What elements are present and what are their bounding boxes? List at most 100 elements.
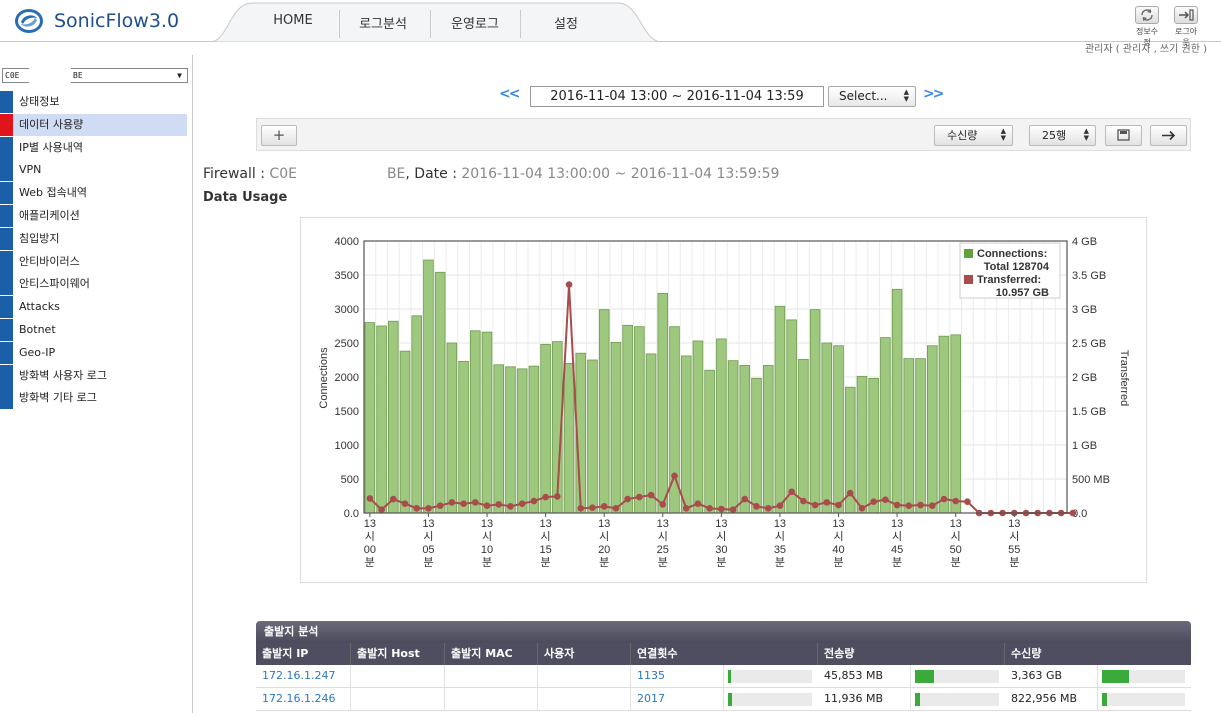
y-tick-left: 1500 (335, 406, 359, 418)
nav-settings[interactable]: 설정 (536, 13, 596, 32)
menu-marker (0, 159, 13, 182)
sidebar-item-firewall-user-log[interactable]: 방화벽 사용자 로그 (0, 364, 187, 387)
x-tick-label: 25 (657, 544, 669, 556)
legend-swatch (964, 275, 973, 284)
menu-marker (0, 319, 13, 341)
menu-marker (0, 182, 13, 205)
sidebar-item-geo-ip[interactable]: Geo-IP (0, 341, 187, 364)
cell-connection-bar (724, 688, 818, 711)
cell-connection-count[interactable]: 2017 (631, 688, 724, 711)
bar-connections (481, 331, 493, 514)
sort-select[interactable]: 수신량 ▲ ▼ (934, 125, 1013, 146)
x-tick-label: 30 (715, 544, 727, 556)
x-tick-label: 시 (482, 531, 492, 543)
cell-source-ip[interactable]: 172.16.1.247 (256, 665, 351, 688)
x-tick-label: 시 (892, 531, 902, 543)
col-received[interactable]: 수신량 (1005, 643, 1191, 665)
menu-marker (0, 227, 13, 250)
cell-sent: 11,936 MB (818, 688, 911, 711)
sidebar-item-firewall-other-log[interactable]: 방화벽 기타 로그 (0, 387, 187, 410)
bar-connections (610, 341, 622, 514)
nav-log-analysis[interactable]: 로그분석 (348, 13, 418, 32)
sidebar-item-ip-usage[interactable]: IP별 사용내역 (0, 136, 187, 159)
y-axis-label-left: Connections (318, 347, 330, 409)
firewall-select-value: C0E (5, 71, 20, 80)
export-button[interactable] (1150, 125, 1187, 146)
bar-connections (927, 345, 938, 514)
sidebar-item-attacks[interactable]: Attacks (0, 296, 187, 319)
col-sent[interactable]: 전송량 (818, 643, 1005, 665)
add-button[interactable]: + (261, 125, 297, 146)
y-tick-right: 3 GB (1072, 304, 1097, 316)
progress-fill (728, 693, 733, 706)
menu-marker (0, 341, 13, 364)
bar-connections (388, 320, 399, 514)
nav-operation-log[interactable]: 운영로그 (438, 13, 512, 32)
firewall-suffix: BE (386, 166, 406, 182)
x-tick-label: 시 (599, 531, 609, 543)
sidebar-item-label: Geo-IP (19, 345, 56, 359)
bar-connections (376, 325, 387, 514)
point-transferred (753, 503, 760, 510)
col-user[interactable]: 사용자 (538, 643, 631, 665)
menu-marker (0, 91, 13, 113)
firewall-select[interactable]: C0E BE ▼ (2, 66, 188, 85)
sidebar-item-botnet[interactable]: Botnet (0, 319, 187, 341)
sidebar-item-intrusion-prevention[interactable]: 침입방지 (0, 227, 187, 250)
col-source-mac[interactable]: 출발지 MAC (445, 643, 538, 665)
toolbar: + 수신량 ▲ ▼ 25행 ▲ ▼ (256, 118, 1191, 151)
date-range-field[interactable]: 2016-11-04 13:00 ~ 2016-11-04 13:59 (530, 86, 824, 107)
sidebar-item-antispyware[interactable]: 안티스파이웨어 (0, 273, 187, 296)
x-tick-label: 시 (1009, 531, 1019, 543)
bar-connections (915, 358, 926, 514)
cell-source-host (351, 665, 445, 688)
point-transferred (518, 500, 526, 508)
period-select[interactable]: Select... ▲ ▼ (828, 86, 916, 107)
prev-period-icon[interactable]: << (499, 86, 521, 102)
bar-connections (528, 365, 540, 514)
save-icon (1117, 129, 1130, 141)
bar-connections (516, 368, 528, 514)
sidebar-item-antivirus[interactable]: 안티바이러스 (0, 250, 187, 273)
point-transferred (835, 501, 842, 509)
x-tick-label: 시 (658, 531, 668, 543)
menu-marker (0, 113, 13, 136)
save-button[interactable] (1105, 125, 1142, 146)
point-transferred (729, 506, 737, 513)
sidebar-item-web-access[interactable]: Web 접속내역 (0, 182, 187, 205)
point-transferred (671, 472, 678, 480)
x-tick-label: 13 (481, 518, 493, 530)
col-connection-count[interactable]: 연결횟수 (631, 643, 818, 665)
sidebar-item-applications[interactable]: 애플리케이션 (0, 205, 187, 227)
y-tick-left: 0.0 (344, 508, 359, 520)
redaction-mask (29, 66, 71, 85)
menu-marker (0, 387, 13, 410)
nav-home[interactable]: HOME (270, 13, 316, 28)
x-tick-label: 40 (832, 544, 844, 556)
x-tick-label: 시 (541, 531, 551, 543)
bar-connections (856, 375, 868, 514)
next-period-icon[interactable]: >> (923, 86, 945, 102)
logo[interactable]: SonicFlow3.0 (14, 8, 179, 34)
sidebar-item-data-usage[interactable]: 데이터 사용량 (0, 113, 187, 136)
x-tick-label: 05 (422, 544, 434, 556)
cell-connection-count[interactable]: 1135 (631, 665, 724, 688)
point-transferred (495, 501, 503, 508)
bar-connections (598, 309, 610, 514)
point-transferred (600, 503, 608, 510)
table-row[interactable]: 172.16.1.247 1135 45,853 MB 3,363 GB (256, 665, 1191, 688)
sidebar-item-label: 안티바이러스 (19, 254, 80, 268)
table-row[interactable]: 172.16.1.246 2017 11,936 MB 822,956 MB (256, 688, 1191, 711)
y-tick-right: 1.5 GB (1072, 406, 1106, 418)
col-source-host[interactable]: 출발지 Host (351, 643, 445, 665)
x-tick-label: 13 (774, 518, 786, 530)
x-tick-label: 55 (1008, 544, 1020, 556)
rows-select[interactable]: 25행 ▲ ▼ (1029, 125, 1096, 146)
bar-connections (493, 364, 504, 514)
cell-source-ip[interactable]: 172.16.1.246 (256, 688, 351, 711)
legend-value: 10.957 GB (996, 287, 1049, 299)
sidebar-item-vpn[interactable]: VPN (0, 159, 187, 182)
bar-connections (505, 366, 516, 514)
sidebar-item-status[interactable]: 상태정보 (0, 91, 187, 113)
col-source-ip[interactable]: 출발지 IP (256, 643, 351, 665)
